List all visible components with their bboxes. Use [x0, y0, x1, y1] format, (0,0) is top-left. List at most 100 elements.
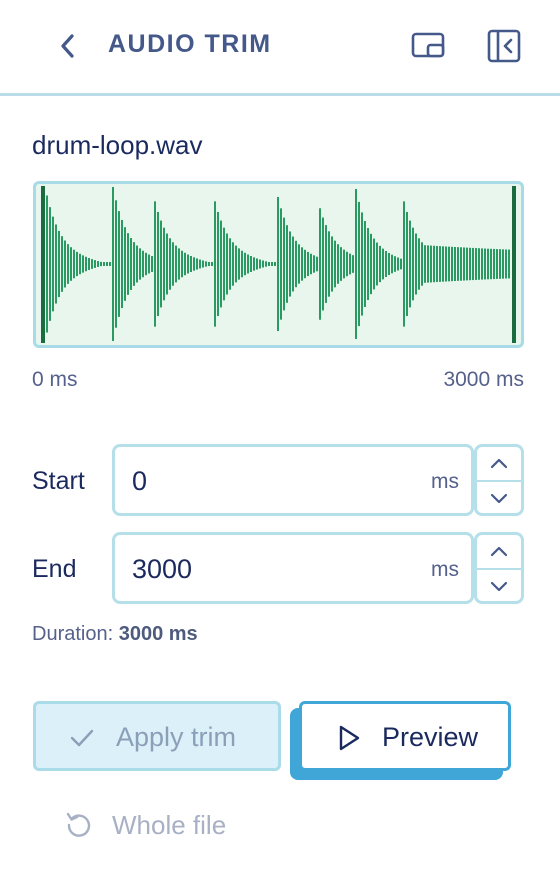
range-start-label: 0 ms — [32, 368, 78, 391]
waveform-bar — [433, 245, 435, 283]
waveform-bar — [283, 217, 285, 311]
panel-title: AUDIO TRIM — [108, 30, 272, 58]
waveform-bar — [403, 201, 405, 327]
waveform-bar — [277, 197, 279, 331]
waveform-bar — [142, 250, 144, 278]
waveform-bar — [226, 233, 228, 295]
waveform-bar — [154, 201, 156, 327]
waveform-bar — [370, 233, 372, 295]
waveform-bar — [388, 252, 390, 276]
waveform-bar — [223, 227, 225, 301]
waveform-bar — [115, 200, 117, 328]
start-input[interactable]: 0 ms — [112, 444, 474, 516]
waveform-bar — [208, 262, 210, 266]
waveform-bar — [355, 189, 357, 339]
waveform-bar — [250, 255, 252, 273]
waveform-bar — [73, 249, 75, 279]
waveform-bar — [385, 250, 387, 278]
waveform-bar — [367, 228, 369, 300]
end-label: End — [32, 555, 77, 583]
waveform-bar — [79, 253, 81, 275]
end-stepper — [474, 532, 524, 604]
waveform-bar — [286, 225, 288, 303]
waveform-bar — [466, 247, 468, 281]
whole-file-button[interactable]: Whole file — [64, 806, 264, 842]
waveform-bar — [304, 249, 306, 279]
waveform-bar — [418, 238, 420, 290]
waveform-bar — [382, 248, 384, 280]
start-stepper — [474, 444, 524, 516]
waveform-bar — [58, 230, 60, 298]
waveform-bar — [235, 245, 237, 283]
waveform-bar — [100, 261, 102, 267]
waveform-bar — [64, 240, 66, 288]
waveform-bar — [421, 242, 423, 286]
waveform-bar — [475, 248, 477, 280]
waveform-bar — [247, 254, 249, 274]
waveform-bar — [337, 244, 339, 284]
waveform-bar — [427, 245, 429, 283]
waveform-bar — [211, 262, 213, 266]
waveform-bar — [493, 248, 495, 280]
waveform-bar — [409, 220, 411, 308]
start-decrement-button[interactable] — [477, 482, 521, 515]
waveform-bar — [187, 254, 189, 274]
waveform-bar — [136, 245, 138, 283]
waveform-bar — [442, 246, 444, 282]
waveform-bar — [220, 220, 222, 308]
waveform-bar — [214, 201, 216, 327]
waveform-bar — [322, 217, 324, 311]
sidebar-collapse-icon[interactable] — [486, 28, 522, 64]
waveform-bar — [487, 248, 489, 280]
waveform-bar — [181, 250, 183, 278]
waveform-bar — [331, 236, 333, 292]
waveform-bar — [160, 220, 162, 308]
waveform-bar — [97, 261, 99, 267]
waveform-bar — [415, 233, 417, 295]
waveform-bar — [106, 262, 108, 266]
waveform-bar — [169, 238, 171, 290]
waveform-bar — [451, 246, 453, 282]
waveform-bar — [397, 257, 399, 271]
waveform-bar — [274, 262, 276, 266]
end-increment-button[interactable] — [477, 535, 521, 568]
waveform-bar — [472, 247, 474, 281]
end-unit: ms — [431, 558, 459, 581]
picture-in-picture-icon[interactable] — [410, 28, 446, 64]
waveform-bar — [88, 258, 90, 270]
waveform-bar — [163, 227, 165, 301]
start-increment-button[interactable] — [477, 447, 521, 480]
start-unit: ms — [431, 470, 459, 493]
waveform-bar — [400, 258, 402, 270]
waveform-bar — [241, 250, 243, 278]
waveform-bar — [55, 224, 57, 304]
waveform-bar — [91, 259, 93, 269]
waveform-bar — [460, 247, 462, 281]
trim-end-handle[interactable] — [512, 186, 516, 343]
waveform-bar — [166, 233, 168, 295]
waveform-bar — [184, 252, 186, 276]
duration-value: 3000 ms — [118, 623, 198, 645]
start-label: Start — [32, 467, 85, 495]
waveform-bar — [127, 233, 129, 295]
panel-header: AUDIO TRIM — [0, 0, 560, 96]
waveform-bar — [85, 256, 87, 272]
preview-button[interactable]: Preview — [299, 701, 511, 771]
trim-start-handle[interactable] — [41, 186, 45, 343]
waveform-bar — [244, 252, 246, 276]
waveform-view[interactable] — [33, 181, 524, 348]
chevron-left-icon[interactable] — [54, 30, 82, 62]
apply-trim-button[interactable]: Apply trim — [33, 701, 281, 771]
waveform-bar — [352, 255, 354, 273]
waveform-bar — [499, 249, 501, 279]
waveform-bar — [76, 251, 78, 277]
end-input[interactable]: 3000 ms — [112, 532, 474, 604]
waveform-bar — [46, 195, 48, 333]
start-value: 0 — [132, 466, 148, 496]
waveform-bar — [508, 249, 510, 279]
end-decrement-button[interactable] — [477, 570, 521, 603]
waveform-bar — [436, 245, 438, 283]
waveform-bar — [262, 260, 264, 268]
waveform-bar — [373, 238, 375, 290]
waveform-bar — [448, 246, 450, 282]
